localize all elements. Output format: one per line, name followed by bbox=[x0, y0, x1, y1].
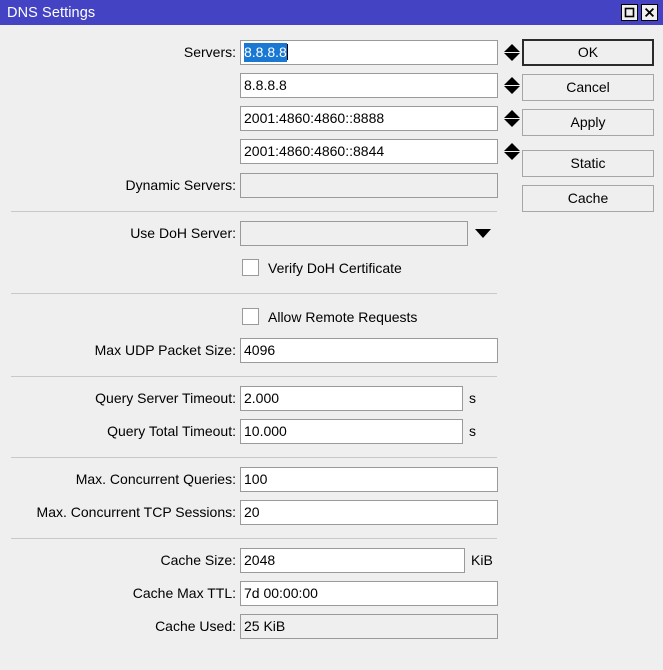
separator-5 bbox=[11, 538, 497, 539]
servers-spinner-2[interactable] bbox=[503, 73, 521, 98]
dynamic-servers-label: Dynamic Servers: bbox=[126, 173, 236, 198]
cache-size-unit: KiB bbox=[471, 548, 493, 573]
servers-spinner-3[interactable] bbox=[503, 106, 521, 131]
cache-used-label: Cache Used: bbox=[155, 614, 236, 639]
use-doh-server-input[interactable] bbox=[240, 221, 468, 246]
separator-2 bbox=[11, 293, 497, 294]
servers-input-3[interactable]: 2001:4860:4860::8888 bbox=[240, 106, 498, 131]
chevron-down-icon bbox=[475, 229, 491, 238]
ok-button[interactable]: OK bbox=[522, 39, 654, 66]
servers-input-1-value: 8.8.8.8 bbox=[244, 43, 287, 62]
restore-icon bbox=[624, 7, 635, 18]
query-total-timeout-input[interactable]: 10.000 bbox=[240, 419, 463, 444]
dns-settings-form: Servers: 8.8.8.8 8.8.8.8 2001:4860:4860:… bbox=[0, 25, 663, 670]
dns-settings-window: DNS Settings Servers: 8.8.8.8 bbox=[0, 0, 663, 670]
allow-remote-requests-label: Allow Remote Requests bbox=[268, 309, 417, 325]
max-concurrent-queries-label: Max. Concurrent Queries: bbox=[76, 467, 236, 492]
titlebar-controls bbox=[621, 4, 663, 21]
cache-max-ttl-label: Cache Max TTL: bbox=[133, 581, 236, 606]
restore-button[interactable] bbox=[621, 4, 638, 21]
static-button[interactable]: Static bbox=[522, 150, 654, 177]
servers-spinner-1[interactable] bbox=[503, 40, 521, 65]
query-total-timeout-label: Query Total Timeout: bbox=[107, 419, 236, 444]
cache-max-ttl-input[interactable]: 7d 00:00:00 bbox=[240, 581, 498, 606]
use-doh-server-label: Use DoH Server: bbox=[130, 221, 236, 246]
allow-remote-requests-checkbox-row[interactable]: Allow Remote Requests bbox=[242, 304, 417, 329]
chevron-up-icon bbox=[504, 143, 520, 151]
cache-size-label: Cache Size: bbox=[161, 548, 236, 573]
window-titlebar[interactable]: DNS Settings bbox=[0, 0, 663, 25]
window-title: DNS Settings bbox=[0, 5, 95, 21]
chevron-up-icon bbox=[504, 44, 520, 52]
servers-input-4[interactable]: 2001:4860:4860::8844 bbox=[240, 139, 498, 164]
chevron-up-icon bbox=[504, 77, 520, 85]
text-caret bbox=[287, 44, 288, 60]
chevron-up-icon bbox=[504, 110, 520, 118]
allow-remote-requests-checkbox[interactable] bbox=[242, 308, 259, 325]
close-icon bbox=[644, 7, 655, 18]
separator-1 bbox=[11, 211, 497, 212]
servers-input-1[interactable]: 8.8.8.8 bbox=[240, 40, 498, 65]
separator-3 bbox=[11, 376, 497, 377]
cancel-button[interactable]: Cancel bbox=[522, 74, 654, 101]
max-concurrent-tcp-sessions-label: Max. Concurrent TCP Sessions: bbox=[37, 500, 236, 525]
dynamic-servers-input bbox=[240, 173, 498, 198]
cache-button[interactable]: Cache bbox=[522, 185, 654, 212]
max-concurrent-tcp-sessions-input[interactable]: 20 bbox=[240, 500, 498, 525]
query-server-timeout-input[interactable]: 2.000 bbox=[240, 386, 463, 411]
servers-input-2[interactable]: 8.8.8.8 bbox=[240, 73, 498, 98]
close-button[interactable] bbox=[641, 4, 658, 21]
cache-used-value: 25 KiB bbox=[240, 614, 498, 639]
max-udp-packet-size-label: Max UDP Packet Size: bbox=[95, 338, 236, 363]
servers-label: Servers: bbox=[184, 40, 236, 65]
chevron-down-icon bbox=[504, 119, 520, 127]
use-doh-server-dropdown-button[interactable] bbox=[474, 221, 492, 246]
chevron-down-icon bbox=[504, 53, 520, 61]
apply-button[interactable]: Apply bbox=[522, 109, 654, 136]
verify-doh-certificate-label: Verify DoH Certificate bbox=[268, 260, 402, 276]
servers-spinner-4[interactable] bbox=[503, 139, 521, 164]
max-concurrent-queries-input[interactable]: 100 bbox=[240, 467, 498, 492]
verify-doh-certificate-checkbox-row[interactable]: Verify DoH Certificate bbox=[242, 255, 402, 280]
chevron-down-icon bbox=[504, 152, 520, 160]
separator-4 bbox=[11, 457, 497, 458]
cache-size-input[interactable]: 2048 bbox=[240, 548, 465, 573]
query-server-timeout-label: Query Server Timeout: bbox=[95, 386, 236, 411]
verify-doh-certificate-checkbox[interactable] bbox=[242, 259, 259, 276]
query-total-timeout-unit: s bbox=[469, 419, 476, 444]
query-server-timeout-unit: s bbox=[469, 386, 476, 411]
max-udp-packet-size-input[interactable]: 4096 bbox=[240, 338, 498, 363]
chevron-down-icon bbox=[504, 86, 520, 94]
